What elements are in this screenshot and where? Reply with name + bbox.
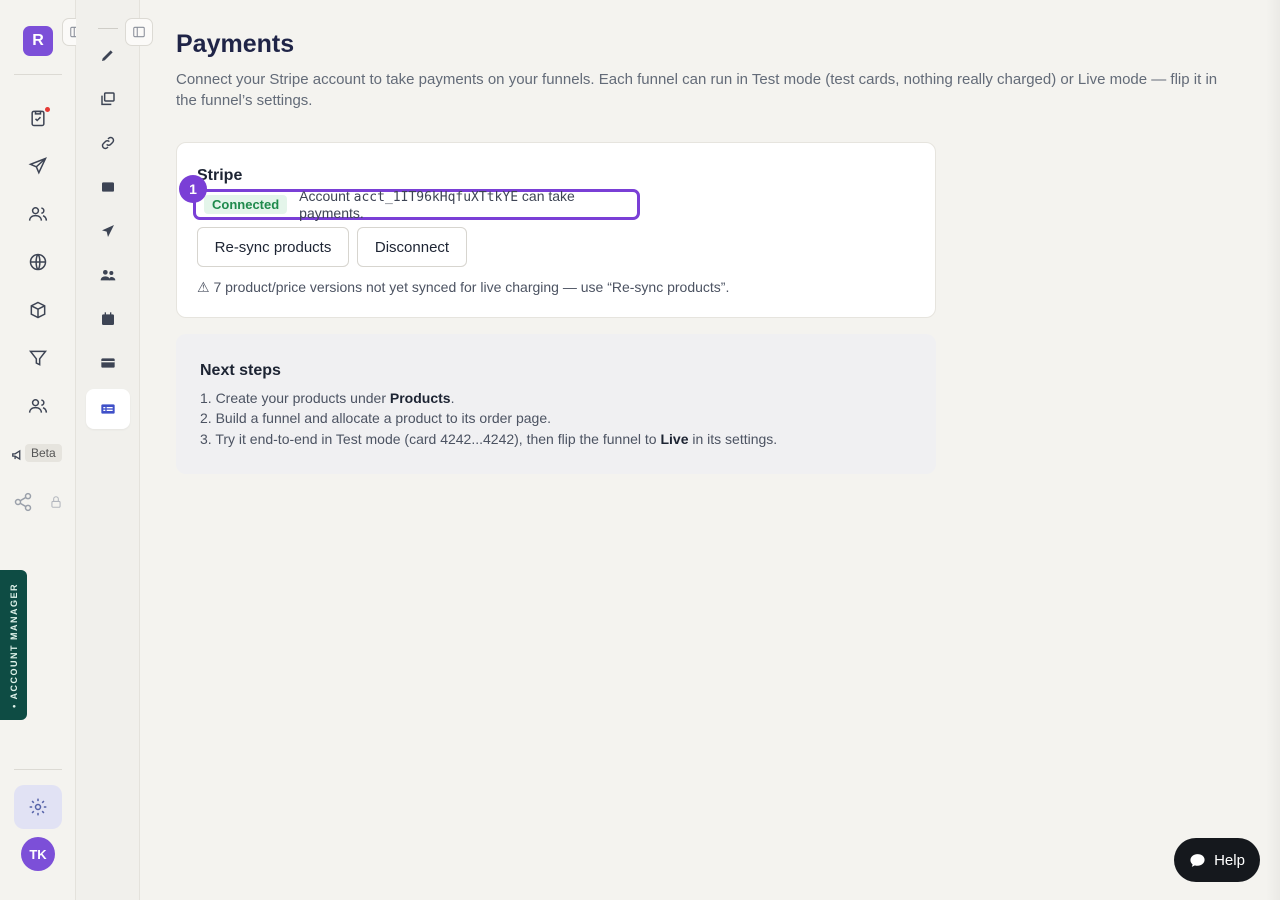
step-text: in its settings.: [688, 431, 778, 447]
gear-icon: [29, 798, 47, 816]
stripe-status-row: Connected Account acct_1IT96kHqfuXTtkYE …: [193, 188, 640, 221]
globe-icon[interactable]: [26, 250, 50, 274]
step-marker: 1: [179, 175, 207, 203]
settings-button[interactable]: [14, 785, 62, 829]
link-icon[interactable]: [98, 133, 118, 153]
paper-plane-icon[interactable]: [98, 221, 118, 241]
send-icon[interactable]: [26, 154, 50, 178]
payments-icon: [101, 404, 115, 414]
account-manager-tab[interactable]: • ACCOUNT MANAGER: [0, 570, 27, 720]
next-steps-panel: Next steps 1. Create your products under…: [176, 334, 936, 474]
share-icon[interactable]: [11, 490, 35, 514]
next-steps-title: Next steps: [200, 362, 281, 379]
help-button[interactable]: Help: [1174, 838, 1260, 882]
gallery-icon[interactable]: [98, 89, 118, 109]
users-icon[interactable]: [26, 202, 50, 226]
disconnect-button[interactable]: Disconnect: [357, 227, 467, 267]
next-step-1: 1. Create your products under Products.: [200, 390, 454, 406]
step-text: 1. Create your products under: [200, 390, 390, 406]
account-manager-label: • ACCOUNT MANAGER: [8, 582, 19, 708]
sync-warning: ⚠ 7 product/price versions not yet synce…: [197, 279, 730, 295]
mail-icon[interactable]: [98, 177, 118, 197]
next-step-2: 2. Build a funnel and allocate a product…: [200, 410, 552, 426]
edge-shadow: [1266, 0, 1280, 900]
products-link[interactable]: Products: [390, 390, 451, 406]
primary-sidebar: R Beta • ACCOUNT MANAGER TK: [0, 0, 76, 900]
resync-products-button[interactable]: Re-sync products: [197, 227, 349, 267]
step-text: 3. Try it end-to-end in Test mode (card …: [200, 431, 661, 447]
filter-icon[interactable]: [26, 346, 50, 370]
help-label: Help: [1214, 851, 1245, 869]
team-icon[interactable]: [26, 394, 50, 418]
step-text: .: [450, 390, 455, 406]
stripe-card: Stripe Connected Account acct_1IT96kHqfu…: [176, 142, 936, 318]
next-step-3: 3. Try it end-to-end in Test mode (card …: [200, 431, 777, 447]
live-label: Live: [660, 431, 689, 447]
divider: [14, 769, 62, 770]
card-icon[interactable]: [98, 353, 118, 373]
pen-icon[interactable]: [98, 45, 118, 65]
connected-badge: Connected: [204, 195, 288, 214]
lock-icon: [44, 490, 68, 514]
payments-nav-item[interactable]: [86, 389, 130, 429]
secondary-sidebar: [76, 0, 140, 900]
collapse-subnav-button[interactable]: [125, 18, 153, 46]
beta-badge: Beta: [25, 444, 62, 462]
account-id: acct_1IT96kHqfuXTtkYE: [353, 190, 519, 205]
user-avatar[interactable]: TK: [21, 837, 55, 871]
divider: [98, 28, 118, 29]
workspace-logo[interactable]: R: [23, 26, 53, 56]
box-icon[interactable]: [26, 298, 50, 322]
clipboard-check-icon[interactable]: [26, 106, 50, 130]
group-icon[interactable]: [98, 265, 118, 285]
account-prefix: Account: [299, 188, 350, 204]
sidebar-toggle-icon: [133, 26, 145, 38]
divider: [14, 74, 62, 75]
notification-dot: [45, 107, 50, 112]
page-description: Connect your Stripe account to take paym…: [176, 71, 1218, 109]
chat-icon: [1190, 853, 1205, 867]
calendar-icon[interactable]: [98, 309, 118, 329]
account-status: Account acct_1IT96kHqfuXTtkYE can take p…: [299, 188, 637, 221]
page-title: Payments: [176, 30, 295, 58]
